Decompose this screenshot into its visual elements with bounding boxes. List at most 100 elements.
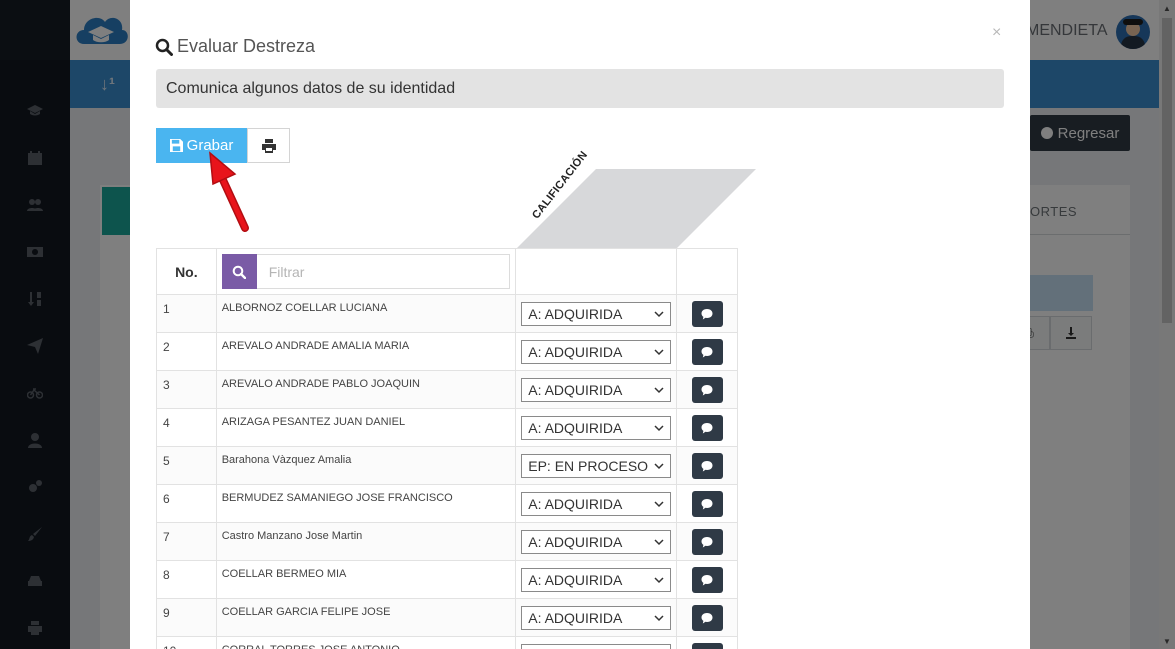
grade-select[interactable]: A: ADQUIRIDA bbox=[521, 491, 672, 516]
search-icon bbox=[232, 265, 247, 279]
chevron-down-icon bbox=[654, 500, 664, 507]
grade-select[interactable]: A: ADQUIRIDA bbox=[521, 377, 672, 402]
filter-input[interactable] bbox=[256, 254, 511, 289]
grade-cell: A: ADQUIRIDA bbox=[515, 408, 678, 447]
grade-column-header bbox=[516, 169, 756, 249]
grade-select[interactable]: A: ADQUIRIDA bbox=[521, 529, 672, 554]
grade-select[interactable]: A: ADQUIRIDA bbox=[521, 339, 672, 364]
comment-button[interactable] bbox=[691, 452, 723, 479]
chevron-down-icon bbox=[654, 538, 664, 545]
student-name: COELLAR GARCIA FELIPE JOSE bbox=[215, 598, 517, 637]
actions-cell bbox=[676, 636, 738, 649]
chevron-down-icon bbox=[654, 576, 664, 583]
grade-cell: A: ADQUIRIDA bbox=[515, 370, 678, 409]
chevron-down-icon bbox=[654, 310, 664, 317]
table-row: 1 ALBORNOZ COELLAR LUCIANA A: ADQUIRIDA bbox=[156, 294, 738, 333]
annotation-arrow bbox=[209, 151, 249, 232]
student-name: BERMUDEZ SAMANIEGO JOSE FRANCISCO bbox=[215, 484, 517, 523]
grade-select[interactable] bbox=[521, 643, 672, 649]
student-name: AREVALO ANDRADE PABLO JOAQUIN bbox=[215, 370, 517, 409]
student-name: CORRAL TORRES JOSE ANTONIO bbox=[215, 636, 517, 649]
comment-icon bbox=[701, 308, 713, 319]
comment-icon bbox=[701, 460, 713, 471]
actions-cell bbox=[676, 294, 738, 333]
grade-cell: A: ADQUIRIDA bbox=[515, 484, 678, 523]
comment-button[interactable] bbox=[691, 642, 723, 649]
filter-cell bbox=[215, 248, 517, 295]
student-number: 2 bbox=[156, 332, 217, 371]
table-row: 9 COELLAR GARCIA FELIPE JOSE A: ADQUIRIDA bbox=[156, 598, 738, 637]
grade-select[interactable]: A: ADQUIRIDA bbox=[521, 415, 672, 440]
student-number: 5 bbox=[156, 446, 217, 485]
grade-select-value: A: ADQUIRIDA bbox=[528, 381, 623, 398]
grade-cell: A: ADQUIRIDA bbox=[515, 294, 678, 333]
table-row: 7 Castro Manzano Jose Martin A: ADQUIRIDA bbox=[156, 522, 738, 561]
chevron-down-icon bbox=[654, 424, 664, 431]
table-row: 4 ARIZAGA PESANTEZ JUAN DANIEL A: ADQUIRID… bbox=[156, 408, 738, 447]
table-row: 8 COELLAR BERMEO MIA A: ADQUIRIDA bbox=[156, 560, 738, 599]
grade-select-value: A: ADQUIRIDA bbox=[528, 305, 623, 322]
chevron-down-icon bbox=[654, 614, 664, 621]
grade-select-value: A: ADQUIRIDA bbox=[528, 419, 623, 436]
student-number: 3 bbox=[156, 370, 217, 409]
comment-button[interactable] bbox=[691, 566, 723, 593]
actions-column-cell bbox=[676, 248, 738, 295]
student-number: 7 bbox=[156, 522, 217, 561]
comment-icon bbox=[701, 536, 713, 547]
grade-cell: A: ADQUIRIDA bbox=[515, 332, 678, 371]
student-name: COELLAR BERMEO MIA bbox=[215, 560, 517, 599]
chevron-down-icon bbox=[654, 348, 664, 355]
table-row: 3 AREVALO ANDRADE PABLO JOAQUIN A: ADQUIRI… bbox=[156, 370, 738, 409]
modal-title-text: Evaluar Destreza bbox=[177, 36, 316, 56]
comment-icon bbox=[701, 612, 713, 623]
table-row: 2 AREVALO ANDRADE AMALIA MARIA A: ADQUIRID… bbox=[156, 332, 738, 371]
grade-select-value: EP: EN PROCESO bbox=[528, 457, 649, 474]
grade-select[interactable]: A: ADQUIRIDA bbox=[521, 567, 672, 592]
close-icon[interactable]: × bbox=[992, 24, 1001, 42]
comment-button[interactable] bbox=[691, 414, 723, 441]
student-name: AREVALO ANDRADE AMALIA MARIA bbox=[215, 332, 517, 371]
comment-button[interactable] bbox=[691, 490, 723, 517]
comment-button[interactable] bbox=[691, 604, 723, 631]
floppy-disk-icon bbox=[169, 139, 183, 152]
actions-cell bbox=[676, 446, 738, 485]
student-number: 6 bbox=[156, 484, 217, 523]
grade-select[interactable]: EP: EN PROCESO bbox=[521, 453, 672, 478]
grade-cell bbox=[515, 636, 678, 649]
grade-cell: A: ADQUIRIDA bbox=[515, 560, 678, 599]
grade-select-value: A: ADQUIRIDA bbox=[528, 571, 623, 588]
comment-button[interactable] bbox=[691, 376, 723, 403]
search-icon bbox=[155, 38, 173, 56]
comment-button[interactable] bbox=[691, 338, 723, 365]
grade-cell: EP: EN PROCESO bbox=[515, 446, 678, 485]
grade-select[interactable]: A: ADQUIRIDA bbox=[521, 605, 672, 630]
print-icon bbox=[261, 138, 276, 153]
actions-cell bbox=[676, 522, 738, 561]
student-number: 9 bbox=[156, 598, 217, 637]
skill-description: Comunica algunos datos de su identidad bbox=[156, 69, 1004, 108]
student-name: Barahona Vàzquez Amalia bbox=[215, 446, 517, 485]
comment-icon bbox=[701, 346, 713, 357]
student-number: 1 bbox=[156, 294, 217, 333]
actions-cell bbox=[676, 370, 738, 409]
table-row: 6 BERMUDEZ SAMANIEGO JOSE FRANCISCO A: ADQ… bbox=[156, 484, 738, 523]
actions-cell bbox=[676, 484, 738, 523]
comment-icon bbox=[701, 384, 713, 395]
grade-select-value: A: ADQUIRIDA bbox=[528, 343, 623, 360]
table-row: 5 Barahona Vàzquez Amalia EP: EN PROCESO bbox=[156, 446, 738, 485]
comment-icon bbox=[701, 574, 713, 585]
comment-icon bbox=[701, 498, 713, 509]
actions-cell bbox=[676, 408, 738, 447]
student-number: 10 bbox=[156, 636, 217, 649]
comment-button[interactable] bbox=[691, 528, 723, 555]
grade-cell: A: ADQUIRIDA bbox=[515, 522, 678, 561]
grade-column-cell bbox=[515, 248, 678, 295]
student-number: 4 bbox=[156, 408, 217, 447]
grade-select-value: A: ADQUIRIDA bbox=[528, 533, 623, 550]
grade-cell: A: ADQUIRIDA bbox=[515, 598, 678, 637]
comment-button[interactable] bbox=[691, 300, 723, 327]
grade-select-value: A: ADQUIRIDA bbox=[528, 495, 623, 512]
actions-cell bbox=[676, 560, 738, 599]
filter-search-button[interactable] bbox=[221, 254, 257, 289]
grade-select[interactable]: A: ADQUIRIDA bbox=[521, 301, 672, 326]
